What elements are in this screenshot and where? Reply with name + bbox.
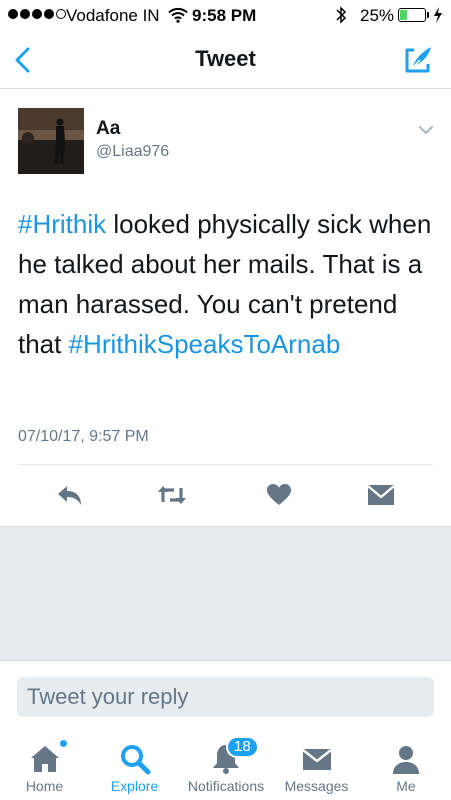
retweet-icon [158,486,186,504]
author-handle[interactable]: @Liaa976 [96,143,169,161]
hashtag-link[interactable]: #Hrithik [18,209,106,239]
new-content-indicator [60,740,67,747]
empty-replies-area [0,526,451,660]
search-icon [120,745,150,775]
tab-me[interactable]: Me [361,736,451,800]
chevron-down-icon [419,126,433,134]
notification-count-badge: 18 [226,736,259,758]
compose-tweet-button[interactable] [400,42,436,78]
tab-label: Me [396,778,416,794]
battery-icon [398,8,426,22]
tab-label: Explore [110,778,159,794]
charging-icon [433,6,443,29]
reply-icon [58,486,81,505]
status-bar: Vodafone IN 9:58 PM 25% [0,0,451,32]
tab-explore[interactable]: Explore [89,736,180,800]
reply-input[interactable] [17,677,434,717]
hashtag-link[interactable]: #HrithikSpeaksToArnab [69,329,341,359]
reply-composer [0,660,451,737]
person-icon [393,746,419,774]
like-button[interactable] [261,480,297,510]
avatar[interactable] [18,108,84,174]
direct-message-button[interactable] [363,480,399,510]
envelope-icon [367,485,395,505]
more-options-button[interactable] [414,120,438,140]
tab-label: Messages [284,778,349,794]
navigation-bar: Tweet [0,32,451,89]
signal-strength-icon [8,9,66,19]
tweet-text: #Hrithik looked physically sick when he … [18,204,438,364]
battery-percentage: 25% [360,6,395,25]
home-icon [30,746,59,772]
tab-messages[interactable]: Messages [272,736,361,800]
tab-home[interactable]: Home [0,736,89,800]
heart-icon [267,484,291,505]
tab-bar: Home Explore Notifications 18 Messages M… [0,736,451,800]
tab-label: Home [25,778,64,794]
clock: 9:58 PM [192,6,257,25]
battery-level-fill [400,10,407,20]
wifi-icon [168,7,188,28]
retweet-button[interactable] [154,480,190,510]
author-name[interactable]: Aa [96,118,120,140]
tweet-timestamp: 07/10/17, 9:57 PM [18,428,149,445]
tab-label: Notifications [187,778,265,794]
battery-tip [427,12,429,18]
bluetooth-icon [335,5,347,30]
compose-icon [405,47,431,73]
page-title: Tweet [195,46,256,71]
divider [18,464,433,465]
carrier-name: Vodafone IN [66,6,160,25]
avatar-photo [18,108,84,174]
reply-button[interactable] [52,480,88,510]
envelope-icon [301,749,332,770]
